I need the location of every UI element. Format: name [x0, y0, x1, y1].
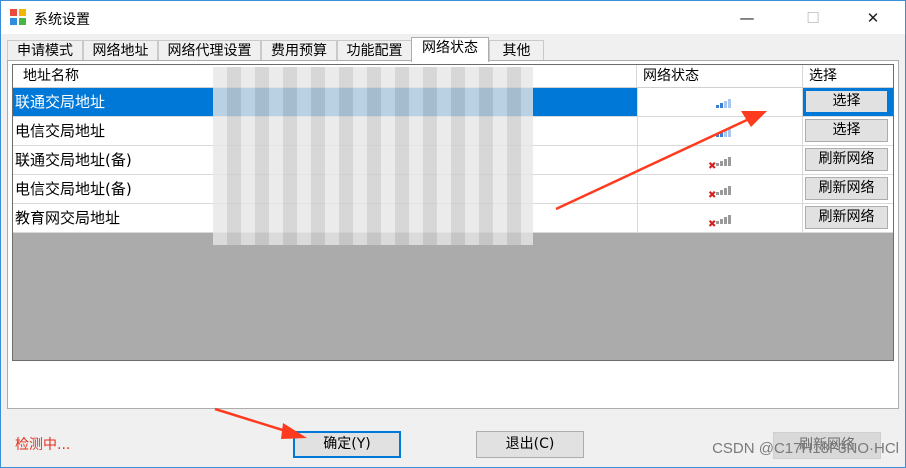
annotation-arrow-line	[214, 407, 290, 434]
annotation-arrow-line	[555, 117, 750, 211]
annotation-arrow-head	[281, 423, 307, 439]
annotation-arrow-head	[741, 111, 767, 127]
annotation-arrows	[214, 111, 767, 439]
tab-network-status[interactable]: 网络状态	[411, 37, 489, 62]
settings-window: 系统设置 — ☐ ✕ 申请模式 网络地址 网络代理设置 费用预算 功能配置 网络…	[0, 0, 906, 468]
